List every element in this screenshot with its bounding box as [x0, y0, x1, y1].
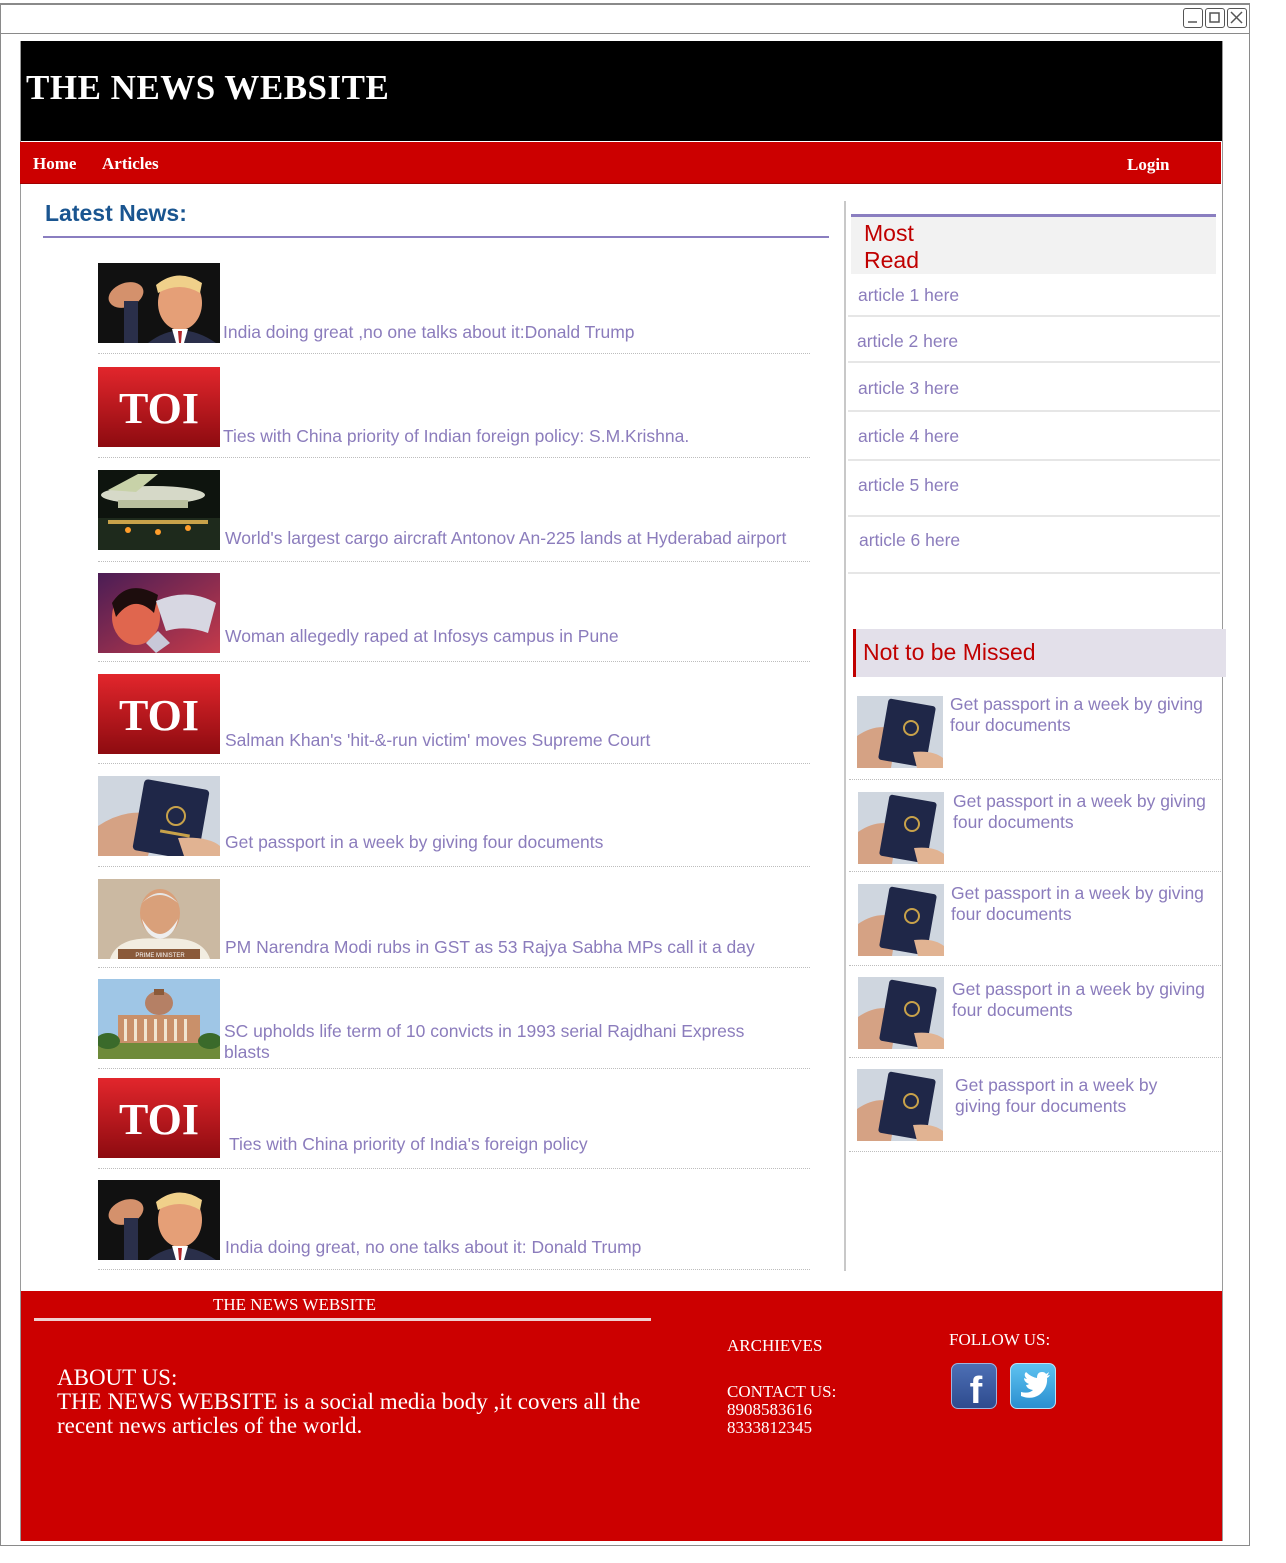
- nav-bar: Home Articles Login: [20, 142, 1221, 184]
- not-to-be-missed-title: Not to be Missed: [863, 639, 1036, 665]
- side-news-item[interactable]: Get passport in a week by giving four do…: [849, 693, 1221, 780]
- toi-logo-text: TOI: [119, 691, 199, 740]
- close-icon[interactable]: [1227, 8, 1247, 28]
- page: THE NEWS WEBSITE Home Articles Login Lat…: [20, 41, 1226, 1541]
- news-item[interactable]: World's largest cargo aircraft Antonov A…: [98, 470, 810, 562]
- most-read-title: Most Read: [864, 220, 919, 273]
- news-item[interactable]: India doing great ,no one talks about it…: [98, 263, 810, 354]
- site-header: THE NEWS WEBSITE: [21, 41, 1222, 141]
- side-news-headline[interactable]: Get passport in a week by giving four do…: [951, 883, 1221, 925]
- passport-thumbnail[interactable]: [858, 884, 944, 956]
- most-read-link[interactable]: article 1 here: [858, 285, 959, 306]
- about-section: ABOUT US: THE NEWS WEBSITE is a social m…: [57, 1366, 657, 1438]
- toi-logo-text: TOI: [119, 384, 199, 433]
- not-to-be-missed-header: Not to be Missed: [853, 629, 1226, 677]
- side-news-item[interactable]: Get passport in a week by giving four do…: [849, 967, 1221, 1058]
- news-headline[interactable]: Woman allegedly raped at Infosys campus …: [225, 626, 619, 647]
- column-divider: [844, 201, 846, 1271]
- side-news-headline[interactable]: Get passport in a week by giving four do…: [952, 979, 1222, 1021]
- news-item[interactable]: TOI Ties with China priority of India's …: [98, 1078, 810, 1169]
- nav-home-link[interactable]: Home: [33, 154, 76, 174]
- trump-thumbnail[interactable]: [98, 263, 220, 343]
- news-headline[interactable]: Get passport in a week by giving four do…: [225, 832, 603, 853]
- facebook-letter: f: [970, 1370, 983, 1408]
- news-item[interactable]: SC upholds life term of 10 convicts in 1…: [98, 979, 810, 1069]
- most-read-item[interactable]: article 1 here: [848, 272, 1220, 317]
- news-item[interactable]: TOI Ties with China priority of Indian f…: [98, 367, 810, 458]
- news-item[interactable]: India doing great, no one talks about it…: [98, 1180, 810, 1270]
- news-item[interactable]: TOI Salman Khan's 'hit-&-run victim' mov…: [98, 674, 810, 764]
- news-headline[interactable]: World's largest cargo aircraft Antonov A…: [225, 528, 786, 549]
- most-read-link[interactable]: article 3 here: [858, 378, 959, 399]
- latest-news-heading: Latest News:: [45, 200, 187, 226]
- most-read-item[interactable]: article 4 here: [848, 412, 1220, 461]
- side-news-item[interactable]: Get passport in a week by giving four do…: [849, 1059, 1221, 1152]
- news-headline[interactable]: Ties with China priority of India's fore…: [229, 1134, 588, 1155]
- site-title: THE NEWS WEBSITE: [26, 68, 390, 107]
- passport-thumbnail[interactable]: [857, 696, 943, 768]
- heading-divider: [43, 236, 829, 238]
- contact-phone: 8333812345: [727, 1418, 812, 1437]
- toi-logo-text: TOI: [119, 1095, 199, 1144]
- side-news-headline[interactable]: Get passport in a week by giving four do…: [953, 791, 1223, 833]
- trump-thumbnail[interactable]: [98, 1180, 220, 1260]
- modi-thumbnail[interactable]: PRIME MINISTER: [98, 879, 220, 959]
- side-news-headline[interactable]: Get passport in a week by giving four do…: [955, 1075, 1185, 1117]
- news-headline[interactable]: India doing great ,no one talks about it…: [223, 322, 635, 343]
- minimize-icon[interactable]: [1183, 8, 1203, 28]
- passport-thumbnail[interactable]: [858, 977, 944, 1049]
- most-read-link[interactable]: article 2 here: [857, 331, 958, 352]
- follow-us-label: FOLLOW US:: [949, 1330, 1051, 1349]
- aircraft-thumbnail[interactable]: [98, 470, 220, 550]
- news-headline[interactable]: SC upholds life term of 10 convicts in 1…: [224, 1021, 794, 1063]
- maximize-icon[interactable]: [1205, 8, 1225, 28]
- news-headline[interactable]: PM Narendra Modi rubs in GST as 53 Rajya…: [225, 937, 755, 958]
- most-read-link[interactable]: article 5 here: [858, 475, 959, 496]
- news-item[interactable]: Woman allegedly raped at Infosys campus …: [98, 573, 810, 662]
- most-read-link[interactable]: article 6 here: [859, 530, 960, 551]
- twitter-icon[interactable]: [1010, 1363, 1056, 1409]
- site-footer: THE NEWS WEBSITE ABOUT US: THE NEWS WEBS…: [21, 1291, 1222, 1541]
- nav-articles-link[interactable]: Articles: [102, 154, 159, 174]
- toi-thumbnail[interactable]: TOI: [98, 367, 220, 447]
- passport-thumbnail[interactable]: [857, 1069, 943, 1141]
- window-controls: [1183, 8, 1247, 28]
- supreme-court-thumbnail[interactable]: [98, 979, 220, 1059]
- passport-thumbnail[interactable]: [858, 792, 944, 864]
- footer-divider: [34, 1318, 651, 1321]
- facebook-icon[interactable]: f: [951, 1363, 997, 1412]
- window-titlebar: [1, 5, 1249, 34]
- passport-thumbnail[interactable]: [98, 776, 220, 856]
- most-read-item[interactable]: article 5 here: [848, 461, 1220, 517]
- contact-phone: 8908583616: [727, 1400, 812, 1419]
- woman-illustration-thumbnail[interactable]: [98, 573, 220, 653]
- nav-login-link[interactable]: Login: [1127, 155, 1170, 175]
- contact-heading: CONTACT US:: [727, 1382, 837, 1401]
- news-headline[interactable]: Ties with China priority of Indian forei…: [223, 426, 689, 447]
- prime-minister-label: PRIME MINISTER: [135, 953, 185, 959]
- contact-section: CONTACT US: 8908583616 8333812345: [727, 1383, 836, 1437]
- most-read-item[interactable]: article 6 here: [848, 517, 1220, 574]
- archives-link[interactable]: ARCHIEVES: [727, 1337, 822, 1355]
- about-text: THE NEWS WEBSITE is a social media body …: [57, 1389, 641, 1438]
- news-item[interactable]: PRIME MINISTER PM Narendra Modi rubs in …: [98, 879, 810, 968]
- about-heading: ABOUT US:: [57, 1365, 178, 1390]
- most-read-item[interactable]: article 3 here: [848, 363, 1220, 412]
- side-news-item[interactable]: Get passport in a week by giving four do…: [849, 781, 1221, 872]
- side-news-headline[interactable]: Get passport in a week by giving four do…: [950, 694, 1220, 736]
- news-headline[interactable]: Salman Khan's 'hit-&-run victim' moves S…: [225, 730, 650, 751]
- most-read-header: Most Read: [851, 214, 1216, 274]
- toi-thumbnail[interactable]: TOI: [98, 674, 220, 754]
- toi-thumbnail[interactable]: TOI: [98, 1078, 220, 1158]
- side-news-item[interactable]: Get passport in a week by giving four do…: [849, 873, 1221, 966]
- news-item[interactable]: Get passport in a week by giving four do…: [98, 776, 810, 867]
- footer-title: THE NEWS WEBSITE: [213, 1295, 377, 1314]
- most-read-link[interactable]: article 4 here: [858, 426, 959, 447]
- news-headline[interactable]: India doing great, no one talks about it…: [225, 1237, 641, 1258]
- most-read-item[interactable]: article 2 here: [848, 317, 1220, 363]
